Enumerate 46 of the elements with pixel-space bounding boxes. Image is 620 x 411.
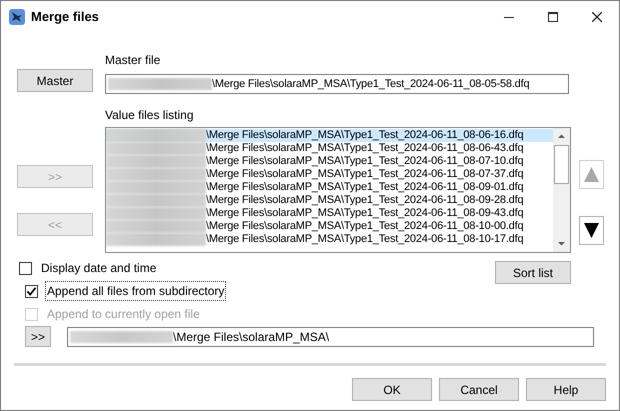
checkbox-label[interactable]: Append all files from subdirectory [46,282,226,300]
minimize-icon [504,16,514,18]
dialog-button[interactable]: Cancel [439,378,519,401]
file-list-item[interactable]: \Merge Files\solaraMP_MSA\Type1_Test_2024-06-11_08-09-43.dfq [106,207,553,220]
checkbox[interactable] [19,262,32,274]
scrollbar[interactable] [553,128,570,252]
file-list-item[interactable]: \Merge Files\solaraMP_MSA\Type1_Test_2024-06-11_08-10-00.dfq [106,220,553,233]
file-path-text: \Merge Files\solaraMP_MSA\Type1_Test_2024-06-11_08-09-43.dfq [206,207,524,220]
file-path-text: \Merge Files\solaraMP_MSA\Type1_Test_2024-06-11_08-07-37.dfq [206,168,524,181]
field-value: \Merge Files\solaraMP_MSA\Type1_Test_2024-06-11_08-05-58.dfq [212,76,530,92]
master-button[interactable]: Master [17,69,93,92]
checkbox-label[interactable]: Display date and time [40,259,158,277]
file-path-text: \Merge Files\solaraMP_MSA\Type1_Test_2024-06-11_08-09-01.dfq [206,181,524,194]
file-list-item[interactable]: \Merge Files\solaraMP_MSA\Type1_Test_2024-06-11_08-07-37.dfq [106,168,553,181]
file-path-text: \Merge Files\solaraMP_MSA\Type1_Test_2024-06-11_08-06-43.dfq [206,142,524,155]
file-path-text: \Merge Files\solaraMP_MSA\Type1_Test_2024-06-11_08-07-10.dfq [206,155,524,168]
dialog-button[interactable]: Help [526,378,606,401]
scrollbar-thumb[interactable] [554,145,569,184]
checkbox[interactable] [25,284,38,298]
app-logo-icon [9,9,25,25]
file-path-text: \Merge Files\solaraMP_MSA\Type1_Test_2024-06-11_08-06-16.dfq [206,129,524,142]
browse-button[interactable]: >> [25,326,51,347]
field-value: \Merge Files\solaraMP_MSA\ [173,328,330,346]
down-triangle-icon [583,222,600,239]
file-path-text: \Merge Files\solaraMP_MSA\Type1_Test_2024-06-11_08-10-00.dfq [206,220,524,233]
checkmark-icon [26,286,37,296]
move-down-button[interactable] [579,216,604,245]
dialog-button[interactable]: OK [352,378,432,401]
window-title: Merge files [31,8,99,26]
value-files-listbox[interactable] [105,127,571,253]
file-list-item[interactable]: \Merge Files\solaraMP_MSA\Type1_Test_2024-06-11_08-06-43.dfq [106,142,553,155]
file-list-item[interactable]: \Merge Files\solaraMP_MSA\Type1_Test_2024-06-11_08-07-10.dfq [106,155,553,168]
maximize-icon [548,12,558,22]
field-label: Master file [105,52,162,69]
sort-list-button[interactable]: Sort list [495,261,571,284]
up-triangle-icon [583,166,600,183]
file-path-text: \Merge Files\solaraMP_MSA\Type1_Test_2024-06-11_08-09-28.dfq [206,194,524,207]
field-label: Value files listing [105,107,194,124]
file-list-item[interactable]: \Merge Files\solaraMP_MSA\Type1_Test_2024-06-11_08-09-28.dfq [106,194,553,207]
file-list-item[interactable]: \Merge Files\solaraMP_MSA\Type1_Test_2024-06-11_08-10-17.dfq [106,233,553,246]
file-path-text: \Merge Files\solaraMP_MSA\Type1_Test_2024-06-11_08-10-17.dfq [206,233,524,246]
master-file-field[interactable]: \Merge Files\solaraMP_MSA\Type1_Test_2024-06-11_08-05-58.dfq [105,74,569,94]
directory-field[interactable]: \Merge Files\solaraMP_MSA\ [67,326,594,346]
file-list-item[interactable]: \Merge Files\solaraMP_MSA\Type1_Test_2024-06-11_08-09-01.dfq [106,181,553,194]
file-list-item[interactable]: \Merge Files\solaraMP_MSA\Type1_Test_2024-06-11_08-06-16.dfq [106,129,553,142]
close-icon [592,12,602,22]
